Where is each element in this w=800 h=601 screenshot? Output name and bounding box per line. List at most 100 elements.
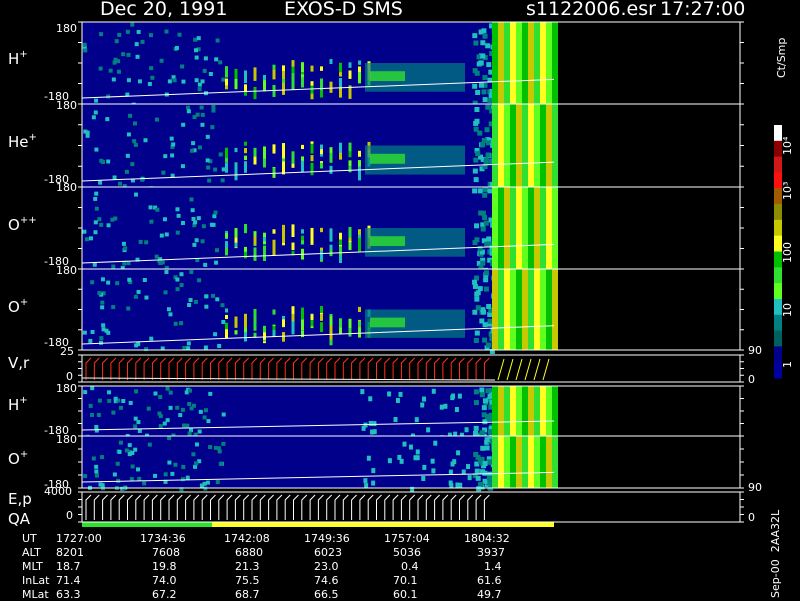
- data-pixel: [208, 391, 213, 396]
- data-pixel: [263, 80, 266, 85]
- data-pixel: [348, 142, 352, 152]
- data-pixel: [220, 303, 225, 308]
- data-pixel: [99, 32, 104, 37]
- data-pixel: [126, 132, 131, 137]
- data-pixel: [189, 270, 194, 275]
- panel-label-ep: E,p: [8, 490, 32, 508]
- data-pixel: [504, 104, 510, 187]
- data-pixel: [204, 294, 209, 299]
- data-pixel: [263, 149, 266, 157]
- data-pixel: [181, 464, 186, 469]
- data-pixel: [480, 445, 486, 451]
- ytick-top: 180: [56, 433, 77, 446]
- cell: 7608: [152, 546, 180, 559]
- data-pixel: [546, 104, 552, 187]
- data-pixel: [213, 210, 218, 215]
- data-pixel: [528, 187, 534, 269]
- cell: 61.6: [477, 574, 502, 587]
- data-pixel: [128, 113, 133, 118]
- data-pixel: [136, 420, 141, 425]
- data-pixel: [127, 277, 132, 282]
- data-pixel: [534, 269, 540, 350]
- data-pixel: [486, 62, 492, 68]
- data-pixel: [528, 436, 534, 488]
- data-pixel: [479, 387, 485, 393]
- data-pixel: [348, 62, 352, 68]
- ytick-top: 180: [56, 22, 77, 35]
- data-pixel: [93, 230, 98, 235]
- cell: 18.7: [56, 560, 81, 573]
- data-pixel: [221, 412, 226, 417]
- data-pixel: [215, 38, 220, 43]
- data-pixel: [329, 81, 333, 93]
- data-pixel: [360, 389, 365, 395]
- data-pixel: [208, 71, 213, 76]
- data-pixel: [112, 472, 117, 477]
- data-pixel: [477, 188, 483, 194]
- data-pixel: [101, 327, 106, 332]
- data-pixel: [486, 236, 492, 242]
- data-pixel: [158, 395, 163, 400]
- data-pixel: [133, 416, 138, 421]
- data-pixel: [134, 42, 139, 47]
- data-pixel: [540, 436, 546, 488]
- data-pixel: [474, 106, 480, 112]
- data-pixel: [272, 330, 276, 336]
- data-pixel: [358, 150, 361, 157]
- data-pixel: [454, 407, 459, 413]
- data-pixel: [358, 237, 361, 252]
- data-pixel: [448, 480, 453, 486]
- data-pixel: [244, 251, 247, 259]
- data-pixel: [162, 217, 167, 222]
- data-pixel: [475, 290, 481, 296]
- data-pixel: [301, 330, 304, 338]
- data-pixel: [301, 77, 304, 88]
- spectrogram-plot: [78, 21, 782, 527]
- qa-bar: [82, 522, 212, 527]
- cell: 8201: [56, 546, 84, 559]
- data-pixel: [176, 213, 181, 218]
- data-pixel: [320, 227, 323, 233]
- data-pixel: [516, 386, 522, 436]
- data-pixel: [164, 270, 169, 275]
- ytick-top: 180: [56, 181, 77, 194]
- data-pixel: [234, 316, 238, 328]
- data-pixel: [99, 222, 104, 227]
- data-pixel: [90, 329, 95, 334]
- data-pixel: [430, 458, 435, 464]
- cell: 1727:00: [56, 532, 102, 545]
- data-pixel: [180, 477, 185, 482]
- colorbar-tick-label: 10: [781, 303, 794, 317]
- cell: 66.5: [314, 588, 339, 601]
- data-pixel: [122, 261, 127, 266]
- data-pixel: [504, 22, 510, 104]
- data-pixel: [157, 411, 162, 416]
- data-pixel: [93, 220, 98, 225]
- data-pixel: [244, 141, 247, 146]
- data-pixel: [504, 386, 510, 436]
- data-pixel: [144, 295, 149, 300]
- data-pixel: [370, 429, 375, 435]
- cell: 1.4: [484, 560, 502, 573]
- data-pixel: [163, 154, 168, 159]
- panel-label-vr: V,r: [8, 354, 30, 372]
- data-pixel: [215, 297, 220, 302]
- cell: 1749:36: [304, 532, 350, 545]
- data-pixel: [504, 187, 510, 269]
- data-pixel: [221, 77, 226, 82]
- data-pixel: [534, 436, 540, 488]
- data-pixel: [83, 48, 88, 53]
- cell: 1734:36: [140, 532, 186, 545]
- data-pixel: [207, 178, 212, 183]
- cell: 6023: [314, 546, 342, 559]
- data-pixel: [431, 388, 436, 394]
- data-pixel: [522, 269, 528, 350]
- data-pixel: [135, 54, 140, 59]
- data-pixel: [464, 427, 469, 433]
- data-pixel: [552, 104, 558, 187]
- data-pixel: [472, 168, 478, 174]
- data-pixel: [88, 236, 93, 241]
- data-pixel: [492, 22, 498, 104]
- data-pixel: [466, 464, 471, 470]
- data-pixel: [282, 65, 285, 71]
